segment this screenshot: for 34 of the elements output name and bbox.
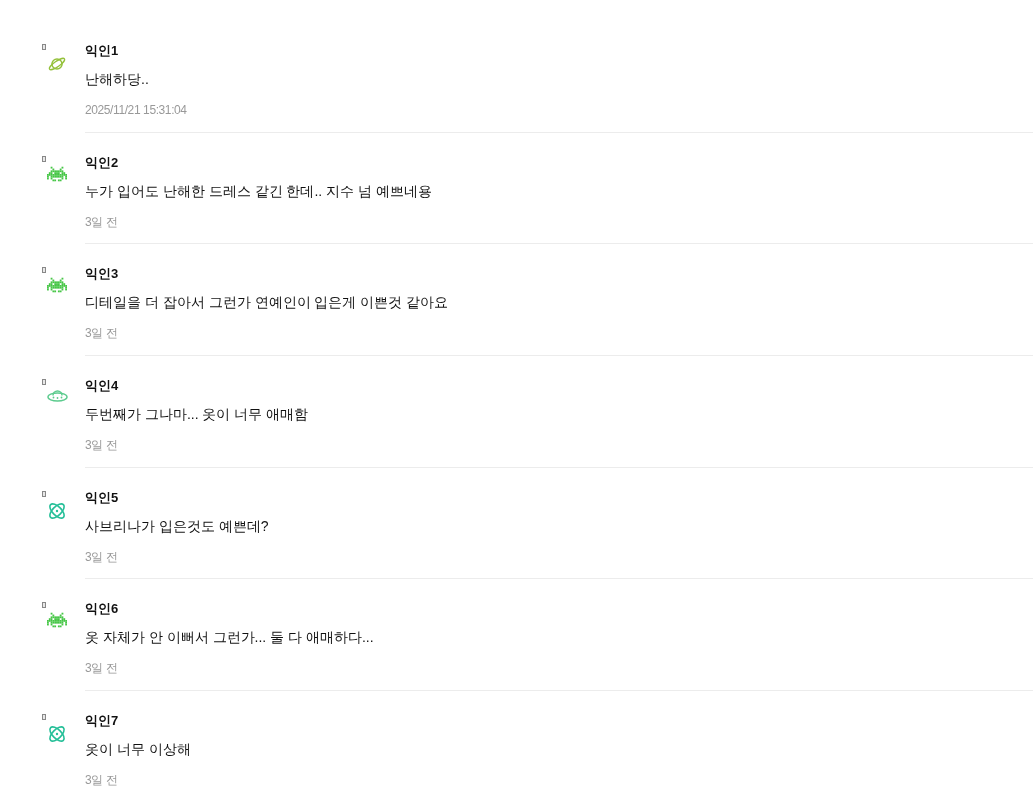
space-invader-icon (47, 165, 67, 182)
broken-image-icon (42, 155, 46, 162)
comment-time: 2025/11/21 15:31:04 (85, 102, 187, 118)
comment-text: 사브리나가 입은것도 예쁜데? (85, 516, 269, 536)
broken-image-icon (42, 44, 46, 50)
comment-time: 3일 전 (85, 437, 118, 454)
comment-text: 두번째가 그나마... 옷이 너무 애매함 (85, 405, 309, 425)
comment-author: 익인3 (85, 265, 119, 284)
comment-time: 3일 전 (85, 213, 118, 230)
comment-text: 난해하당.. (85, 70, 149, 89)
comment-time: 3일 전 (85, 325, 118, 342)
comment-text: 옷이 너무 이상해 (85, 740, 191, 760)
comment-author: 익인2 (85, 153, 119, 172)
broken-image-icon (42, 714, 46, 721)
atom-icon (47, 724, 67, 745)
broken-image-icon (42, 379, 46, 386)
comment-author: 익인4 (85, 377, 119, 396)
broken-image-icon (42, 490, 46, 497)
comment-author: 익인5 (85, 488, 119, 507)
space-invader-icon (47, 612, 67, 629)
comment-author: 익인7 (85, 712, 119, 731)
comment-text: 옷 자체가 안 이뻐서 그런가... 둘 다 애매하다... (85, 628, 374, 648)
broken-image-icon (42, 602, 46, 609)
comment-author: 익인1 (85, 42, 119, 60)
broken-image-icon (42, 267, 46, 274)
comment-time: 3일 전 (85, 660, 118, 677)
comment-time: 3일 전 (85, 772, 118, 786)
comment-time: 3일 전 (85, 548, 118, 565)
space-invader-icon (47, 277, 67, 294)
ufo-icon (47, 389, 68, 403)
atom-icon (47, 500, 67, 521)
comment-text: 디테일을 더 잡아서 그런가 연예인이 입은게 이쁜것 같아요 (85, 293, 449, 313)
comment-text: 누가 입어도 난해한 드레스 같긴 한데.. 지수 넘 예쁘네용 (85, 181, 432, 201)
comment-author: 익인6 (85, 600, 119, 619)
